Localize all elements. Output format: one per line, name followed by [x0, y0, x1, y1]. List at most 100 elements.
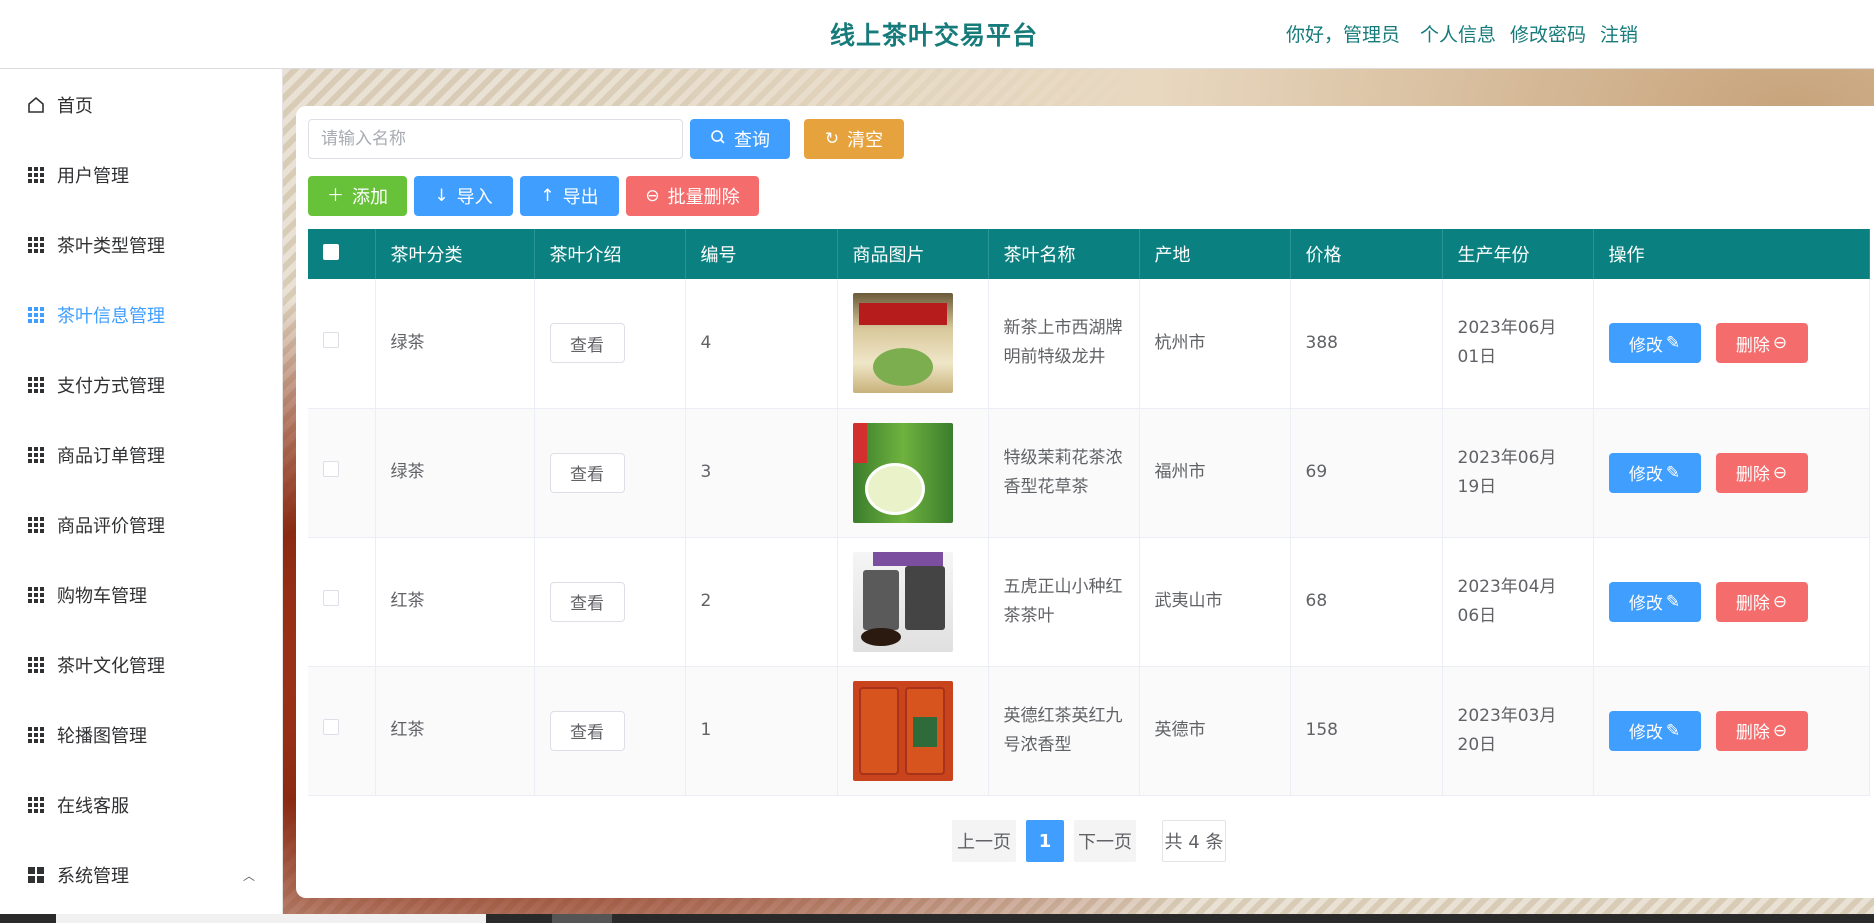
- product-image[interactable]: [852, 422, 953, 523]
- app-title: 线上茶叶交易平台: [830, 21, 1039, 50]
- logout-link[interactable]: 注销: [1600, 20, 1638, 47]
- edit-button[interactable]: 修改 ✎: [1608, 581, 1701, 622]
- origin-cell: 武夷山市: [1139, 537, 1291, 667]
- sidebar-item-tea-culture[interactable]: 茶叶文化管理: [0, 639, 283, 691]
- prev-page-button[interactable]: 上一页: [952, 820, 1016, 862]
- row-checkbox[interactable]: [323, 461, 339, 477]
- name-cell: 英德红茶英红九号浓香型: [988, 666, 1140, 796]
- table-row: 红茶 查看 1 英德红茶英红九号浓香型 英德市 158 2023年03月20日 …: [308, 666, 1870, 796]
- category-cell: 红茶: [375, 537, 535, 667]
- actions-cell: 修改 ✎ 删除 ⊖: [1593, 279, 1870, 409]
- origin-cell: 杭州市: [1139, 279, 1291, 409]
- actions-cell: 修改 ✎ 删除 ⊖: [1593, 537, 1870, 667]
- select-all-checkbox[interactable]: [323, 243, 339, 260]
- sidebar-item-home[interactable]: 首页: [0, 79, 283, 131]
- grid-icon: [27, 446, 45, 464]
- header-links: 你好，管理员 个人信息 修改密码 注销: [1286, 20, 1638, 47]
- import-label: 导入: [456, 187, 493, 208]
- edit-icon: ✎: [1665, 462, 1681, 483]
- arrow-up-icon: ↑: [540, 185, 555, 206]
- edit-icon: ✎: [1665, 333, 1681, 354]
- image-cell: [837, 666, 989, 796]
- column-header: 产地: [1139, 229, 1291, 279]
- name-cell: 特级茉莉花茶浓香型花草茶: [988, 408, 1140, 538]
- sidebar-item-reviews[interactable]: 商品评价管理: [0, 499, 283, 551]
- column-header: 价格: [1290, 229, 1443, 279]
- export-label: 导出: [562, 187, 599, 208]
- grid-icon: [27, 236, 45, 254]
- greeting-text: 你好，管理员: [1286, 24, 1401, 46]
- delete-button[interactable]: 删除 ⊖: [1715, 710, 1808, 751]
- change-password-link[interactable]: 修改密码: [1510, 20, 1586, 47]
- sidebar-item-carousel[interactable]: 轮播图管理: [0, 709, 283, 761]
- sidebar-item-customer-service[interactable]: 在线客服: [0, 779, 283, 831]
- table-row: 绿茶 查看 4 新茶上市西湖牌明前特级龙井 杭州市 388 2023年06月01…: [308, 279, 1870, 409]
- export-button[interactable]: ↑ 导出: [520, 176, 619, 216]
- image-cell: [837, 408, 989, 538]
- next-page-button[interactable]: 下一页: [1074, 820, 1136, 862]
- sidebar-item-label: 系统管理: [57, 866, 129, 887]
- sidebar: 首页 用户管理 茶叶类型管理 茶叶信息管理 支付方式管理 商品订单管理 商品评价…: [0, 69, 283, 914]
- id-cell: 2: [685, 537, 838, 667]
- view-button[interactable]: 查看: [549, 710, 625, 751]
- query-label: 查询: [734, 130, 770, 151]
- edit-button[interactable]: 修改 ✎: [1608, 710, 1701, 751]
- grid-icon: [27, 376, 45, 394]
- grid-icon: [27, 516, 45, 534]
- row-checkbox[interactable]: [323, 331, 339, 348]
- edit-icon: ✎: [1665, 720, 1681, 741]
- sidebar-item-orders[interactable]: 商品订单管理: [0, 429, 283, 481]
- plus-icon: ＋: [327, 185, 344, 206]
- horizontal-scrollbar[interactable]: [0, 914, 1874, 923]
- chevron-up-icon[interactable]: ︿: [243, 867, 255, 884]
- delete-button[interactable]: 删除 ⊖: [1715, 452, 1808, 493]
- select-cell: [308, 666, 376, 796]
- select-all-cell: [308, 229, 376, 279]
- column-header: 茶叶名称: [988, 229, 1140, 279]
- row-checkbox[interactable]: [323, 719, 339, 735]
- sidebar-item-users[interactable]: 用户管理: [0, 149, 283, 201]
- view-button[interactable]: 查看: [549, 452, 625, 493]
- product-image[interactable]: [852, 551, 953, 652]
- scrollbar-thumb[interactable]: [56, 914, 486, 923]
- select-cell: [308, 537, 376, 667]
- select-cell: [308, 408, 376, 538]
- edit-button[interactable]: 修改 ✎: [1608, 323, 1701, 364]
- category-cell: 绿茶: [375, 408, 535, 538]
- search-input[interactable]: [308, 119, 683, 159]
- sidebar-item-tea-types[interactable]: 茶叶类型管理: [0, 219, 283, 271]
- view-button[interactable]: 查看: [549, 323, 625, 364]
- id-cell: 4: [685, 279, 838, 409]
- edit-button[interactable]: 修改 ✎: [1608, 452, 1701, 493]
- add-button[interactable]: ＋ 添加: [308, 176, 407, 216]
- view-button[interactable]: 查看: [549, 581, 625, 622]
- sidebar-item-system[interactable]: 系统管理 ︿: [0, 849, 283, 901]
- import-button[interactable]: ↓ 导入: [414, 176, 513, 216]
- sidebar-item-cart[interactable]: 购物车管理: [0, 569, 283, 621]
- delete-button[interactable]: 删除 ⊖: [1715, 581, 1808, 622]
- year-cell: 2023年06月01日: [1442, 279, 1594, 409]
- page-1-button[interactable]: 1: [1026, 820, 1064, 862]
- delete-label: 删除: [1735, 723, 1770, 743]
- remove-circle-icon: ⊖: [1772, 462, 1788, 483]
- sidebar-item-tea-info[interactable]: 茶叶信息管理: [0, 289, 283, 341]
- column-header: 茶叶介绍: [534, 229, 686, 279]
- image-cell: [837, 279, 989, 409]
- image-cell: [837, 537, 989, 667]
- total-count: 共 4 条: [1162, 820, 1226, 862]
- clear-button[interactable]: ↻ 清空: [804, 119, 904, 159]
- name-cell: 五虎正山小种红茶茶叶: [988, 537, 1140, 667]
- profile-link[interactable]: 个人信息: [1420, 20, 1496, 47]
- query-button[interactable]: 查询: [690, 119, 790, 159]
- grid-icon: [27, 166, 45, 184]
- edit-label: 修改: [1628, 465, 1663, 485]
- delete-button[interactable]: 删除 ⊖: [1715, 323, 1808, 364]
- add-label: 添加: [352, 187, 388, 208]
- home-icon: [27, 96, 45, 114]
- batch-delete-button[interactable]: ⊖ 批量删除: [626, 176, 759, 216]
- product-image[interactable]: [852, 293, 953, 394]
- sidebar-item-payment[interactable]: 支付方式管理: [0, 359, 283, 411]
- row-checkbox[interactable]: [323, 590, 339, 606]
- product-image[interactable]: [852, 680, 953, 781]
- column-header: 生产年份: [1442, 229, 1594, 279]
